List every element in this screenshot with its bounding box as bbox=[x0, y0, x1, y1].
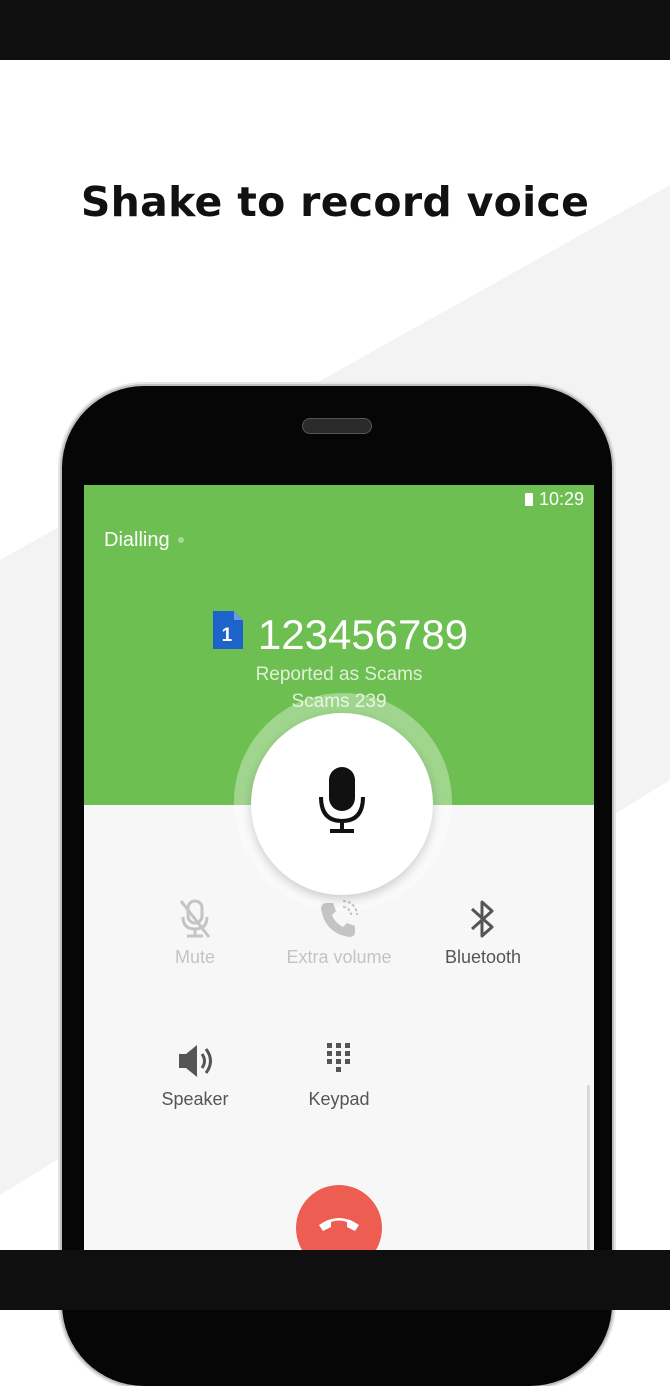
bluetooth-icon bbox=[470, 900, 494, 938]
report-label: Reported as Scams bbox=[255, 664, 423, 685]
promo-headline: Shake to record voice bbox=[80, 178, 590, 226]
bluetooth-button[interactable]: Bluetooth bbox=[408, 897, 558, 968]
caller-number: 123456789 bbox=[257, 611, 469, 658]
speaker-button[interactable]: Speaker bbox=[120, 1039, 270, 1110]
end-call-button[interactable] bbox=[296, 1185, 382, 1250]
mute-label: Mute bbox=[174, 947, 216, 967]
microphone-icon bbox=[319, 767, 365, 833]
keypad-button[interactable]: Keypad bbox=[264, 1039, 414, 1110]
keypad-label: Keypad bbox=[308, 1089, 370, 1109]
phone-earpiece bbox=[302, 418, 372, 434]
battery-icon bbox=[524, 493, 533, 506]
status-time: 10:29 bbox=[538, 489, 584, 509]
caller-number-row: 1 123456789 bbox=[84, 609, 594, 659]
bottom-letterbox-bar bbox=[0, 1250, 670, 1310]
extra-volume-button[interactable]: Extra volume bbox=[264, 897, 414, 968]
bluetooth-label: Bluetooth bbox=[444, 947, 522, 967]
extra-volume-icon bbox=[321, 900, 358, 937]
call-state-dot bbox=[177, 537, 184, 543]
record-voice-button[interactable] bbox=[251, 713, 433, 895]
speaker-label: Speaker bbox=[161, 1089, 229, 1109]
status-bar: 10:29 bbox=[524, 489, 584, 510]
call-state: Dialling bbox=[104, 529, 184, 552]
mute-button[interactable]: Mute bbox=[120, 897, 270, 968]
call-state-label: Dialling bbox=[104, 529, 170, 551]
end-call-icon bbox=[319, 1218, 359, 1231]
sim-slot-number: 1 bbox=[221, 625, 233, 646]
sim-icon: 1 bbox=[210, 609, 244, 651]
speaker-icon bbox=[179, 1045, 212, 1077]
keypad-icon bbox=[327, 1043, 350, 1072]
call-screen: 10:29 Dialling 1 123456789 Reported as S… bbox=[84, 485, 594, 1250]
extra-volume-label: Extra volume bbox=[286, 947, 392, 967]
phone-edge-highlight bbox=[587, 1085, 590, 1250]
mute-icon bbox=[179, 899, 211, 938]
